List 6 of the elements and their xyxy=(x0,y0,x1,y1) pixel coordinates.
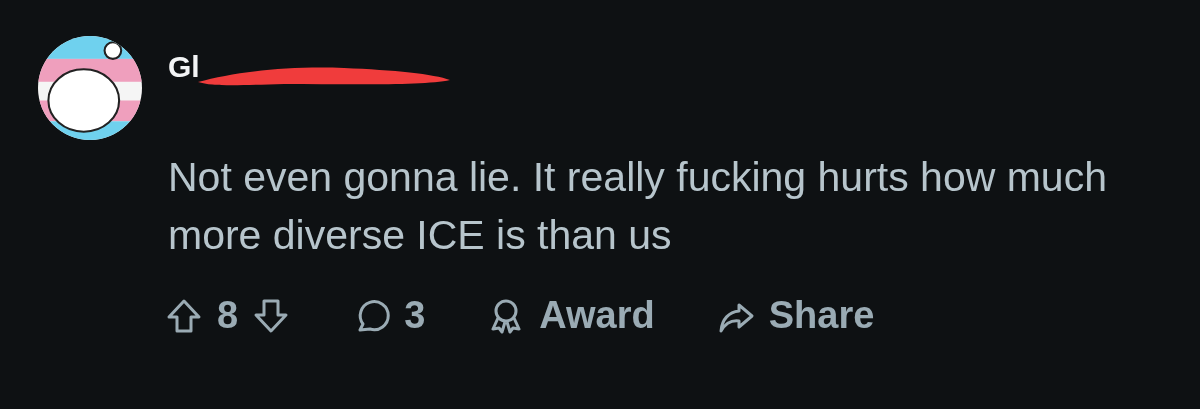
vote-count: 8 xyxy=(217,294,239,337)
comment-count: 3 xyxy=(404,294,426,337)
action-label[interactable]: Award xyxy=(539,294,655,337)
username[interactable]: Gl xyxy=(168,50,200,84)
comment-text: Not even gonna lie. It really fucking hurts how much more diverse ICE is than us xyxy=(168,153,1108,260)
action-label[interactable]: Share xyxy=(768,294,875,337)
